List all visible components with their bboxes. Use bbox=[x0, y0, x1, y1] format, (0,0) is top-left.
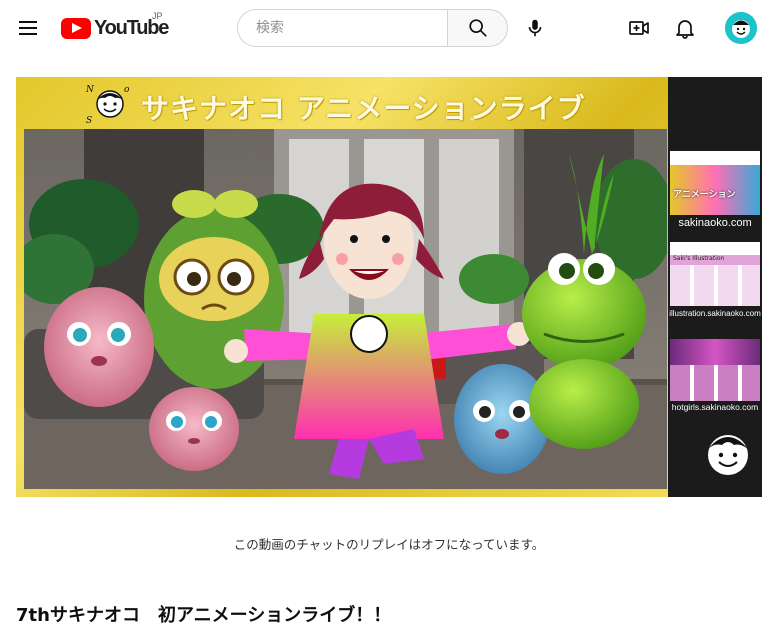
side-link-illustration: illustration.sakinaoko.com bbox=[669, 309, 761, 318]
naoko-face-watermark-icon bbox=[708, 435, 748, 475]
promo-card-illustration-title: Saki's Illustration bbox=[670, 255, 760, 265]
account-avatar[interactable] bbox=[725, 12, 757, 44]
chat-replay-off-notice: この動画のチャットのリプレイはオフになっています。 bbox=[233, 537, 545, 552]
create-button[interactable] bbox=[619, 8, 659, 48]
video-frame: N o S サキナオコ アニメーションライブ bbox=[16, 77, 668, 497]
promo-card-sakinaoko: アニメーション bbox=[670, 151, 760, 215]
avatar-face-icon bbox=[725, 12, 757, 44]
video-title: 7thサキナオコ 初アニメーションライブ！！ bbox=[16, 605, 392, 626]
hamburger-icon bbox=[19, 21, 37, 35]
guide-menu-button[interactable] bbox=[8, 8, 48, 48]
youtube-play-icon bbox=[61, 17, 91, 39]
video-add-icon bbox=[629, 21, 649, 35]
search-input[interactable] bbox=[254, 19, 447, 37]
side-link-hotgirls: hotgirls.sakinaoko.com bbox=[671, 402, 759, 412]
voice-search-button[interactable] bbox=[515, 8, 555, 48]
region-code: JP bbox=[152, 11, 163, 21]
promo-card-illustration: Saki's Illustration bbox=[670, 242, 760, 306]
video-player[interactable]: N o S サキナオコ アニメーションライブ アニメーション sakinaoko… bbox=[16, 77, 762, 497]
promo-card-title: アニメーション bbox=[673, 190, 736, 200]
notifications-button[interactable] bbox=[665, 8, 705, 48]
animation-scene-illustration bbox=[24, 129, 667, 489]
naoko-saki-logo: N o S bbox=[85, 85, 130, 125]
search-button[interactable] bbox=[447, 9, 508, 47]
search-box[interactable] bbox=[237, 9, 447, 47]
video-scene bbox=[24, 129, 667, 489]
promo-card-hotgirls bbox=[670, 339, 760, 401]
masthead: YouTube JP bbox=[0, 0, 768, 56]
microphone-icon bbox=[528, 19, 542, 37]
bell-icon bbox=[676, 20, 694, 39]
svg-text:o: o bbox=[124, 85, 130, 95]
side-promo-strip: アニメーション sakinaoko.com Saki's Illustratio… bbox=[668, 77, 762, 497]
banner-title: サキナオコ アニメーションライブ bbox=[141, 92, 586, 125]
side-link-sakinaoko: sakinaoko.com bbox=[678, 217, 752, 229]
search-icon bbox=[468, 19, 487, 37]
svg-text:N: N bbox=[85, 85, 95, 95]
svg-text:S: S bbox=[86, 116, 92, 125]
